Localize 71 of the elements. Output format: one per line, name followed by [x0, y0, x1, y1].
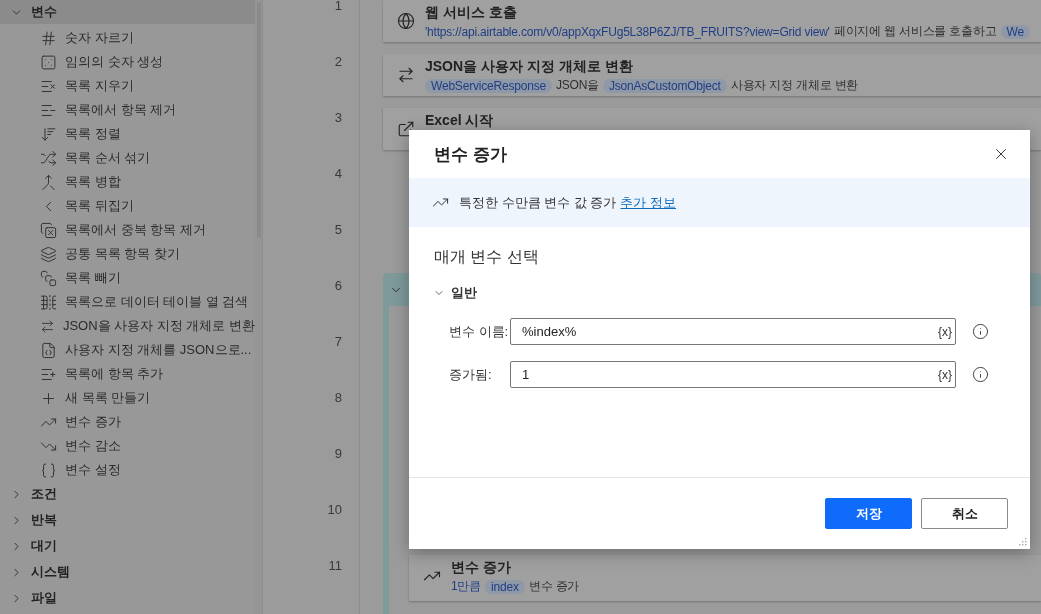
file-icon — [40, 341, 57, 359]
step-text: JSON을 — [555, 77, 599, 94]
line-number: 9 — [334, 446, 342, 463]
action-title: 웹 서비스 호출 — [425, 4, 518, 22]
action-item[interactable]: 목록에 항목 추가 — [65, 365, 164, 383]
info-icon[interactable] — [972, 323, 989, 340]
action-item[interactable]: 공통 목록 항목 찾기 — [65, 245, 180, 263]
action-item[interactable]: JSON을 사용자 지정 개체로 변환 — [62, 317, 255, 335]
merge-icon — [40, 173, 57, 191]
line-number: 11 — [328, 558, 342, 575]
step-text: 변수 증가 — [528, 578, 580, 595]
action-item[interactable]: 숫자 자르기 — [65, 29, 134, 47]
line-number: 4 — [334, 166, 342, 183]
field-label: 변수 이름: — [448, 322, 510, 341]
action-title: JSON을 사용자 지정 개체로 변환 — [425, 58, 634, 76]
save-button[interactable]: 저장 — [825, 498, 912, 529]
category-row[interactable]: 변수 — [0, 0, 255, 24]
shuffle-icon — [40, 149, 57, 167]
input-field[interactable]: 1 {x} — [510, 361, 956, 388]
line-number: 10 — [327, 502, 342, 519]
action-title: Excel 시작 — [425, 112, 494, 130]
action-item[interactable]: 목록 지우기 — [65, 77, 134, 95]
variable-picker[interactable]: {x} — [938, 367, 952, 382]
step-text: 페이지에 웹 서비스를 호출하고 — [833, 23, 997, 40]
info-icon[interactable] — [972, 366, 989, 383]
line-number: 3 — [334, 110, 342, 127]
sort-icon — [40, 125, 57, 143]
action-item[interactable]: 목록 병합 — [65, 173, 121, 191]
braces-icon — [40, 461, 57, 479]
resize-grip-icon[interactable] — [1017, 536, 1027, 546]
action-item[interactable]: 목록 순서 섞기 — [65, 149, 151, 167]
variable-tag: JsonAsCustomObject — [602, 78, 727, 93]
action-item[interactable]: 변수 설정 — [65, 461, 121, 479]
squares-x-icon — [40, 221, 57, 239]
step-text: 사용자 지정 개체로 변환 — [730, 77, 859, 94]
action-item[interactable]: 목록에서 항목 제거 — [65, 101, 177, 119]
group-toggle[interactable]: 일반 — [433, 284, 477, 302]
action-item[interactable]: 목록 빼기 — [65, 269, 121, 287]
action-item[interactable]: 변수 증가 — [65, 413, 121, 431]
description-text: 특정한 수만큼 변수 값 증가 — [459, 193, 617, 212]
field-label: 증가됨: — [448, 365, 493, 384]
line-number: 8 — [334, 390, 342, 407]
action-item[interactable]: 목록으로 데이터 테이블 열 검색 — [65, 293, 249, 311]
cancel-button[interactable]: 취소 — [921, 498, 1008, 529]
variable-tag: We — [1000, 24, 1030, 39]
action-card[interactable]: 변수 증가 1만큼 index 변수 증가 — [409, 555, 1041, 601]
variable-tag: index — [485, 579, 525, 594]
line-number: 2 — [334, 54, 342, 71]
action-card[interactable]: JSON을 사용자 지정 개체로 변환 WebServiceResponse JSON을 JsonAsCustomObject 사용자 지정 개체로 변환 — [383, 54, 1041, 96]
layers-icon — [40, 245, 57, 263]
action-item[interactable]: 변수 감소 — [65, 437, 121, 455]
action-item[interactable]: 임의의 숫자 생성 — [65, 53, 164, 71]
input-field[interactable]: %index% {x} — [510, 318, 956, 345]
section-title: 매개 변수 선택 — [434, 247, 540, 267]
line-number: 6 — [334, 278, 342, 295]
step-link[interactable]: 1만큼 — [451, 578, 482, 595]
action-item[interactable]: 목록에서 중복 항목 제거 — [65, 221, 206, 239]
action-item[interactable]: 새 목록 만들기 — [65, 389, 151, 407]
variable-tag: WebServiceResponse — [425, 78, 552, 93]
more-info-link[interactable]: 추가 정보 — [620, 193, 677, 212]
line-number: 5 — [334, 222, 342, 239]
globe-icon — [397, 12, 415, 30]
action-card[interactable]: 웹 서비스 호출 'https://api.airtable.com/v0/appXqxFUg5L38P6ZJ/TB_FRUITS?view=Grid view' 페이지에 웹 서비스를 호출하고 We — [383, 0, 1041, 42]
action-title: 변수 증가 — [451, 559, 512, 577]
line-number: 7 — [334, 334, 342, 351]
action-item[interactable]: 목록 뒤집기 — [65, 197, 134, 215]
line-number: 1 — [334, 0, 342, 15]
action-item[interactable]: 목록 정렬 — [65, 125, 121, 143]
action-item[interactable]: 사용자 지정 개체를 JSON으로... — [65, 341, 252, 359]
variable-picker[interactable]: {x} — [938, 324, 952, 339]
step-link[interactable]: 'https://api.airtable.com/v0/appXqxFUg5L38P6ZJ/TB_FRUITS?view=Grid view' — [425, 24, 830, 39]
